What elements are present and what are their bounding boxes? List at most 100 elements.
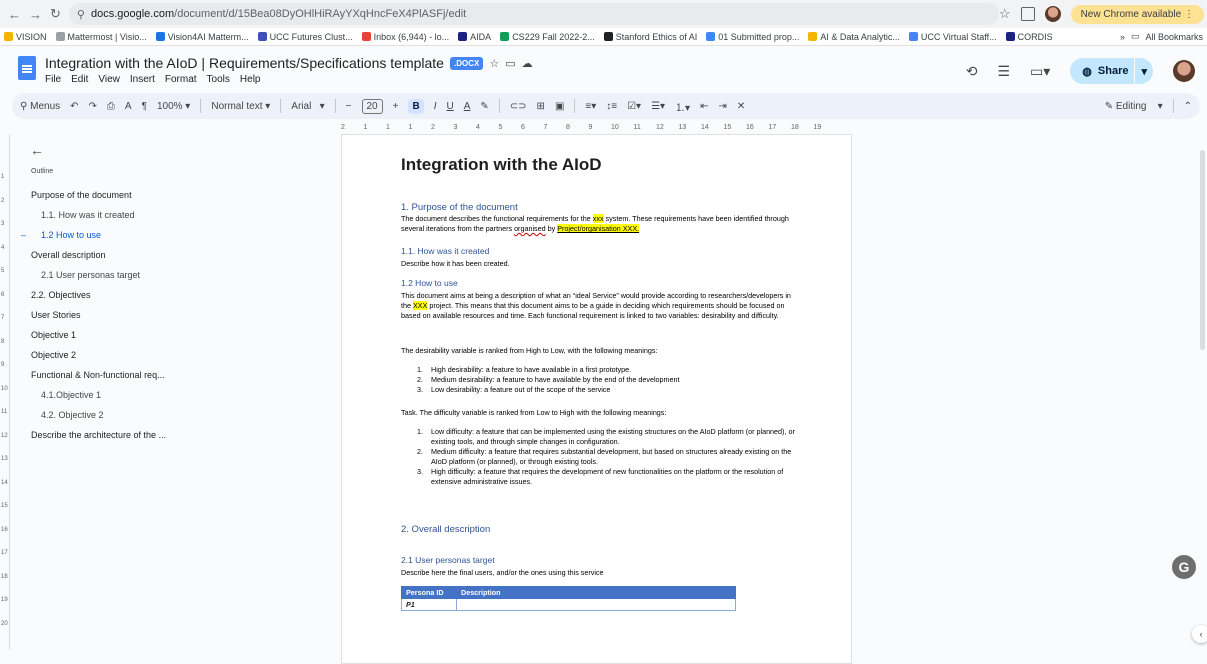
difficulty-list[interactable]: 1. Low difficulty: a feature that can be …	[417, 427, 802, 487]
difficulty-intro[interactable]: Task. The difficulty variable is ranked …	[401, 408, 801, 418]
extensions-icon[interactable]	[1020, 7, 1035, 21]
history-icon[interactable]: ⟲	[966, 63, 978, 80]
outline-item[interactable]: Functional & Non-functional req...	[31, 370, 165, 380]
back-icon[interactable]: ←	[8, 5, 21, 23]
desirability-intro[interactable]: The desirability variable is ranked from…	[401, 346, 801, 356]
spellcheck-icon[interactable]: A	[125, 101, 132, 112]
checklist-icon[interactable]: ☑▾	[627, 101, 641, 112]
table-row[interactable]: P1	[401, 598, 736, 611]
star-icon[interactable]: ☆	[489, 57, 499, 70]
persona-table[interactable]: Persona ID Description P1	[401, 586, 736, 611]
numbered-list-icon[interactable]: ⒈▾	[675, 99, 690, 114]
outline-item[interactable]: Overall description	[31, 250, 106, 260]
desirability-list[interactable]: 1. High desirability: a feature to have a…	[417, 365, 802, 395]
editing-mode-select[interactable]: ✎ Editing ▾	[1105, 101, 1163, 112]
outline-item[interactable]: Purpose of the document	[31, 190, 132, 200]
menu-file[interactable]: File	[45, 74, 61, 85]
table-cell[interactable]	[456, 598, 736, 611]
comments-icon[interactable]: ☰	[997, 63, 1010, 80]
section-1-1-paragraph[interactable]: Describe how it has been created.	[401, 259, 801, 269]
all-bookmarks[interactable]: All Bookmarks	[1145, 32, 1203, 42]
document-title[interactable]: Integration with the AIoD | Requirements…	[45, 55, 444, 71]
text-color-icon[interactable]: A	[464, 101, 471, 112]
bookmark-item[interactable]: Mattermost | Visio...	[55, 32, 147, 42]
document-page[interactable]: Integration with the AIoD 1. Purpose of …	[341, 134, 852, 664]
add-comment-icon[interactable]: ⊞	[537, 101, 545, 112]
outline-item[interactable]: Describe the architecture of the ...	[31, 430, 166, 440]
style-select[interactable]: Normal text ▾	[211, 101, 270, 112]
italic-icon[interactable]: I	[434, 101, 437, 112]
menu-help[interactable]: Help	[240, 74, 261, 85]
align-icon[interactable]: ≡▾	[585, 101, 596, 112]
outline-item[interactable]: 1.1. How was it created	[41, 210, 135, 220]
bookmark-item[interactable]: CORDIS	[1005, 32, 1053, 42]
section-2-heading[interactable]: 2. Overall description	[401, 524, 490, 535]
section-1-2-heading[interactable]: 1.2 How to use	[401, 278, 458, 288]
user-avatar[interactable]	[1173, 60, 1195, 82]
docs-logo-icon[interactable]	[18, 56, 36, 80]
cloud-status-icon[interactable]: ☁	[522, 57, 533, 70]
clear-formatting-icon[interactable]: ✕	[737, 101, 745, 112]
site-settings-icon[interactable]: ⚲	[77, 8, 85, 21]
increase-indent-icon[interactable]: ⇥	[718, 101, 726, 112]
zoom-select[interactable]: 100% ▾	[157, 101, 190, 112]
outline-item[interactable]: 2.2. Objectives	[31, 290, 91, 300]
section-1-heading[interactable]: 1. Purpose of the document	[401, 202, 518, 213]
bookmark-item[interactable]: 01 Submitted prop...	[706, 32, 799, 42]
redo-icon[interactable]: ↷	[89, 101, 97, 112]
address-bar[interactable]: ⚲ docs.google.com/document/d/15Bea08DyOH…	[68, 3, 999, 25]
scrollbar[interactable]	[1200, 150, 1205, 350]
decrease-indent-icon[interactable]: ⇤	[700, 101, 708, 112]
bookmark-item[interactable]: Stanford Ethics of AI	[603, 32, 697, 42]
bookmark-item[interactable]: CS229 Fall 2022-2...	[500, 32, 595, 42]
bookmark-item[interactable]: UCC Virtual Staff...	[908, 32, 997, 42]
highlight-icon[interactable]: ✎	[480, 101, 488, 112]
collapse-menus-icon[interactable]: ⌃	[1184, 101, 1192, 112]
menu-edit[interactable]: Edit	[71, 74, 88, 85]
underline-icon[interactable]: U	[446, 101, 453, 112]
section-1-2-paragraph[interactable]: This document aims at being a descriptio…	[401, 291, 801, 321]
meet-icon[interactable]: ▭▾	[1030, 63, 1050, 80]
print-icon[interactable]: ⎙	[107, 101, 115, 112]
outline-item[interactable]: 1.2 How to use	[41, 230, 101, 240]
outline-item[interactable]: Objective 1	[31, 330, 76, 340]
outline-item[interactable]: 4.1.Objective 1	[41, 390, 101, 400]
move-folder-icon[interactable]: ▭	[505, 57, 515, 70]
font-size-input[interactable]: 20	[361, 98, 383, 114]
table-cell[interactable]: P1	[401, 598, 457, 611]
decrease-font-icon[interactable]: −	[346, 101, 352, 112]
insert-image-icon[interactable]: ▣	[555, 101, 564, 112]
bookmark-item[interactable]: Inbox (6,944) - lo...	[361, 32, 449, 42]
outline-item[interactable]: User Stories	[31, 310, 81, 320]
section-1-1-heading[interactable]: 1.1. How was it created	[401, 246, 489, 256]
horizontal-ruler[interactable]: 2 1 1 1 2 3 4 5 6 7 8 9 10 11 12 13 14 15 16 17 18 19	[341, 122, 852, 134]
section-1-paragraph[interactable]: The document describes the functional re…	[401, 214, 801, 234]
search-menus[interactable]: ⚲ Menus	[20, 101, 60, 112]
bold-icon[interactable]: B	[408, 98, 424, 114]
close-outline-icon[interactable]: ←	[30, 142, 44, 158]
menu-view[interactable]: View	[98, 74, 120, 85]
bookmark-item[interactable]: UCC Futures Clust...	[257, 32, 353, 42]
outline-item[interactable]: 4.2. Objective 2	[41, 410, 104, 420]
undo-icon[interactable]: ↶	[70, 101, 78, 112]
bookmark-item[interactable]: AIDA	[458, 32, 491, 42]
outline-item[interactable]: 2.1 User personas target	[41, 270, 140, 280]
new-chrome-button[interactable]: New Chrome available ⋮	[1070, 4, 1204, 24]
share-dropdown-icon[interactable]: ▾	[1141, 65, 1147, 78]
link-icon[interactable]: ⊂⊃	[510, 101, 527, 112]
bookmarks-overflow[interactable]: »	[1120, 32, 1125, 42]
bulleted-list-icon[interactable]: ☰▾	[651, 101, 665, 112]
bookmark-item[interactable]: VISION	[4, 32, 47, 42]
font-select[interactable]: Arial ▾	[291, 101, 324, 112]
paint-format-icon[interactable]: ¶	[142, 101, 147, 112]
document-heading[interactable]: Integration with the AIoD	[401, 155, 602, 175]
share-button[interactable]: ◍ Share ▾	[1070, 58, 1153, 84]
bookmark-star-icon[interactable]: ☆	[999, 6, 1011, 22]
bookmark-item[interactable]: AI & Data Analytic...	[808, 32, 900, 42]
increase-font-icon[interactable]: +	[393, 101, 399, 112]
vertical-ruler[interactable]: 1 2 3 4 5 6 7 8 9 10 11 12 13 14 15 16 17 18 19 20	[0, 134, 10, 650]
line-spacing-icon[interactable]: ↕≡	[606, 101, 617, 112]
side-panel-toggle-icon[interactable]: ‹	[1192, 625, 1207, 643]
menu-insert[interactable]: Insert	[130, 74, 155, 85]
reload-icon[interactable]: ↻	[50, 5, 61, 23]
